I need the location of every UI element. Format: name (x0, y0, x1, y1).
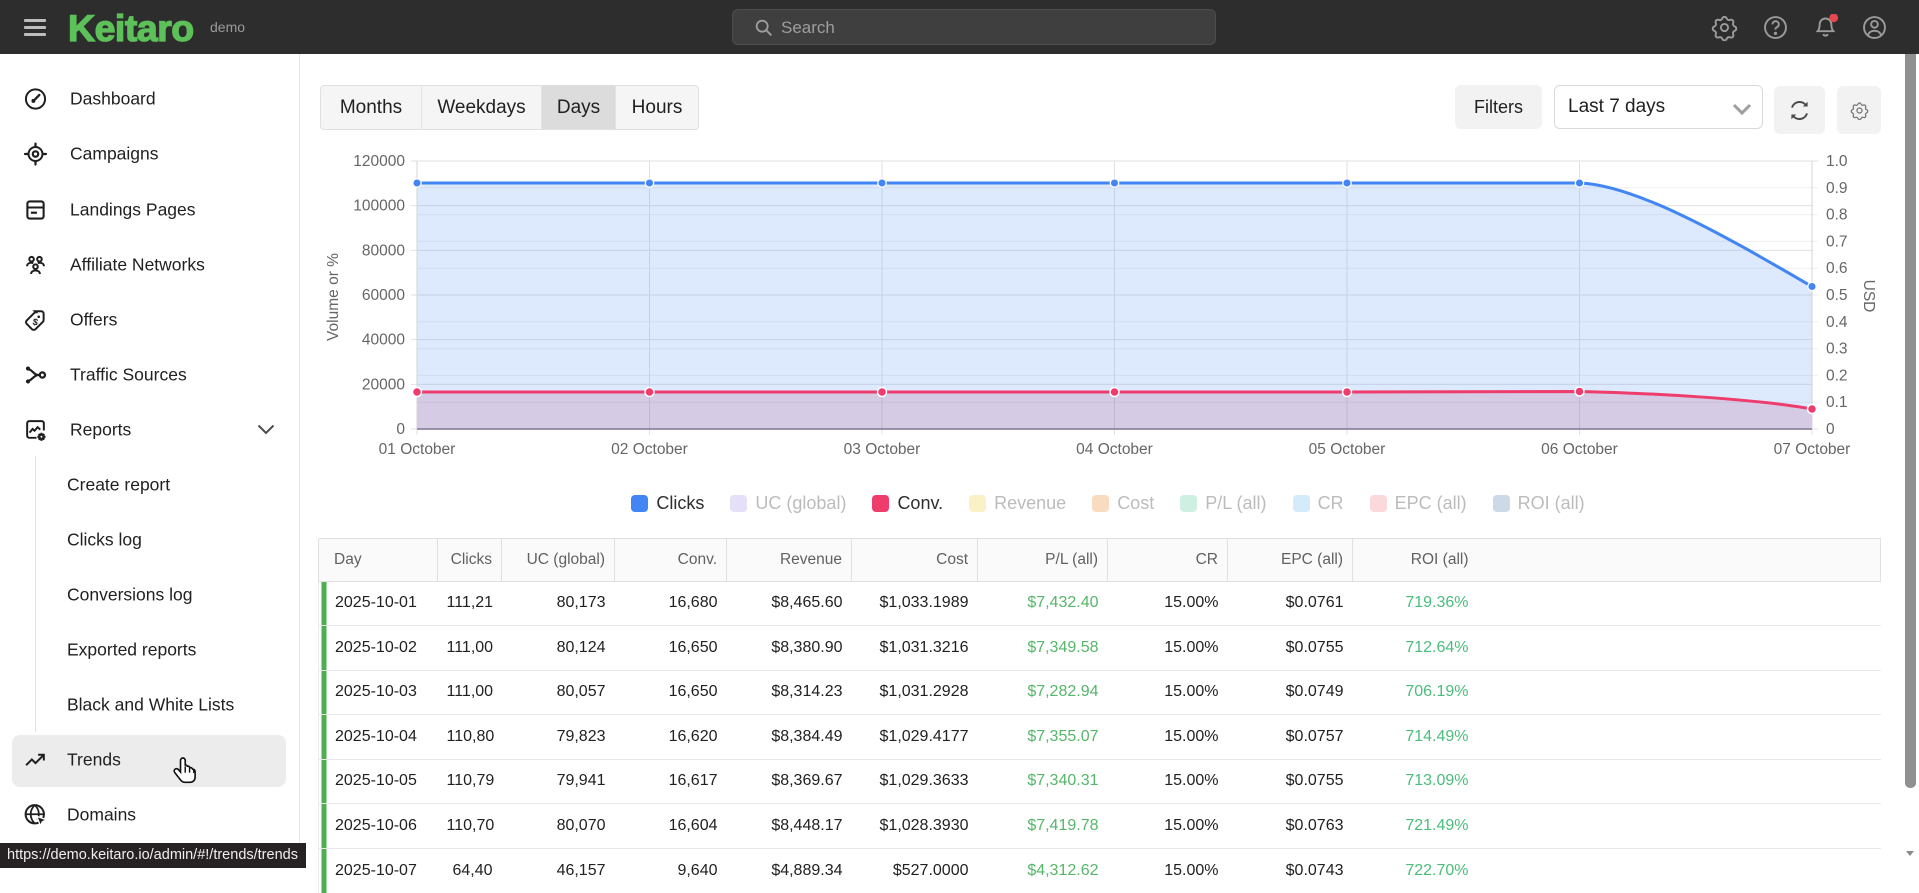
svg-text:05 October: 05 October (1309, 441, 1386, 458)
svg-text:120000: 120000 (353, 153, 405, 170)
svg-text:0: 0 (396, 421, 405, 438)
svg-text:03 October: 03 October (844, 441, 921, 458)
svg-text:1.0: 1.0 (1826, 153, 1848, 170)
svg-text:20000: 20000 (362, 376, 405, 393)
svg-text:07 October: 07 October (1774, 441, 1851, 458)
svg-text:0.7: 0.7 (1826, 233, 1848, 250)
svg-text:0.3: 0.3 (1826, 341, 1848, 358)
svg-text:0.9: 0.9 (1826, 180, 1848, 197)
svg-text:01 October: 01 October (379, 441, 456, 458)
svg-text:02 October: 02 October (611, 441, 688, 458)
svg-text:04 October: 04 October (1076, 441, 1153, 458)
svg-text:0.4: 0.4 (1826, 314, 1848, 331)
svg-text:100000: 100000 (353, 198, 405, 215)
svg-text:06 October: 06 October (1541, 441, 1618, 458)
svg-text:60000: 60000 (362, 287, 405, 304)
svg-text:Volume or %: Volume or % (325, 253, 342, 341)
svg-text:0.1: 0.1 (1826, 394, 1848, 411)
svg-text:0.2: 0.2 (1826, 367, 1848, 384)
svg-text:80000: 80000 (362, 242, 405, 259)
svg-text:0.6: 0.6 (1826, 260, 1848, 277)
svg-text:0.5: 0.5 (1826, 287, 1848, 304)
svg-text:0.8: 0.8 (1826, 207, 1848, 224)
svg-text:40000: 40000 (362, 332, 405, 349)
svg-text:0: 0 (1826, 421, 1835, 438)
svg-text:USD: USD (1860, 280, 1877, 313)
